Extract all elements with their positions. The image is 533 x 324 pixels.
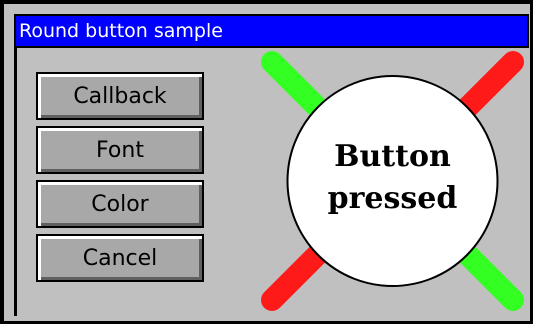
red-bar-top-right <box>454 51 524 121</box>
green-bar-top-left <box>261 51 331 121</box>
round-button-text-line2: pressed <box>328 181 458 216</box>
green-bar-bottom-right <box>454 241 524 311</box>
round-button-area: Button pressed <box>261 51 524 311</box>
red-bar-bottom-left <box>261 241 331 311</box>
round-button[interactable]: Button pressed <box>286 75 499 287</box>
round-button-text-line1: Button <box>334 139 451 174</box>
